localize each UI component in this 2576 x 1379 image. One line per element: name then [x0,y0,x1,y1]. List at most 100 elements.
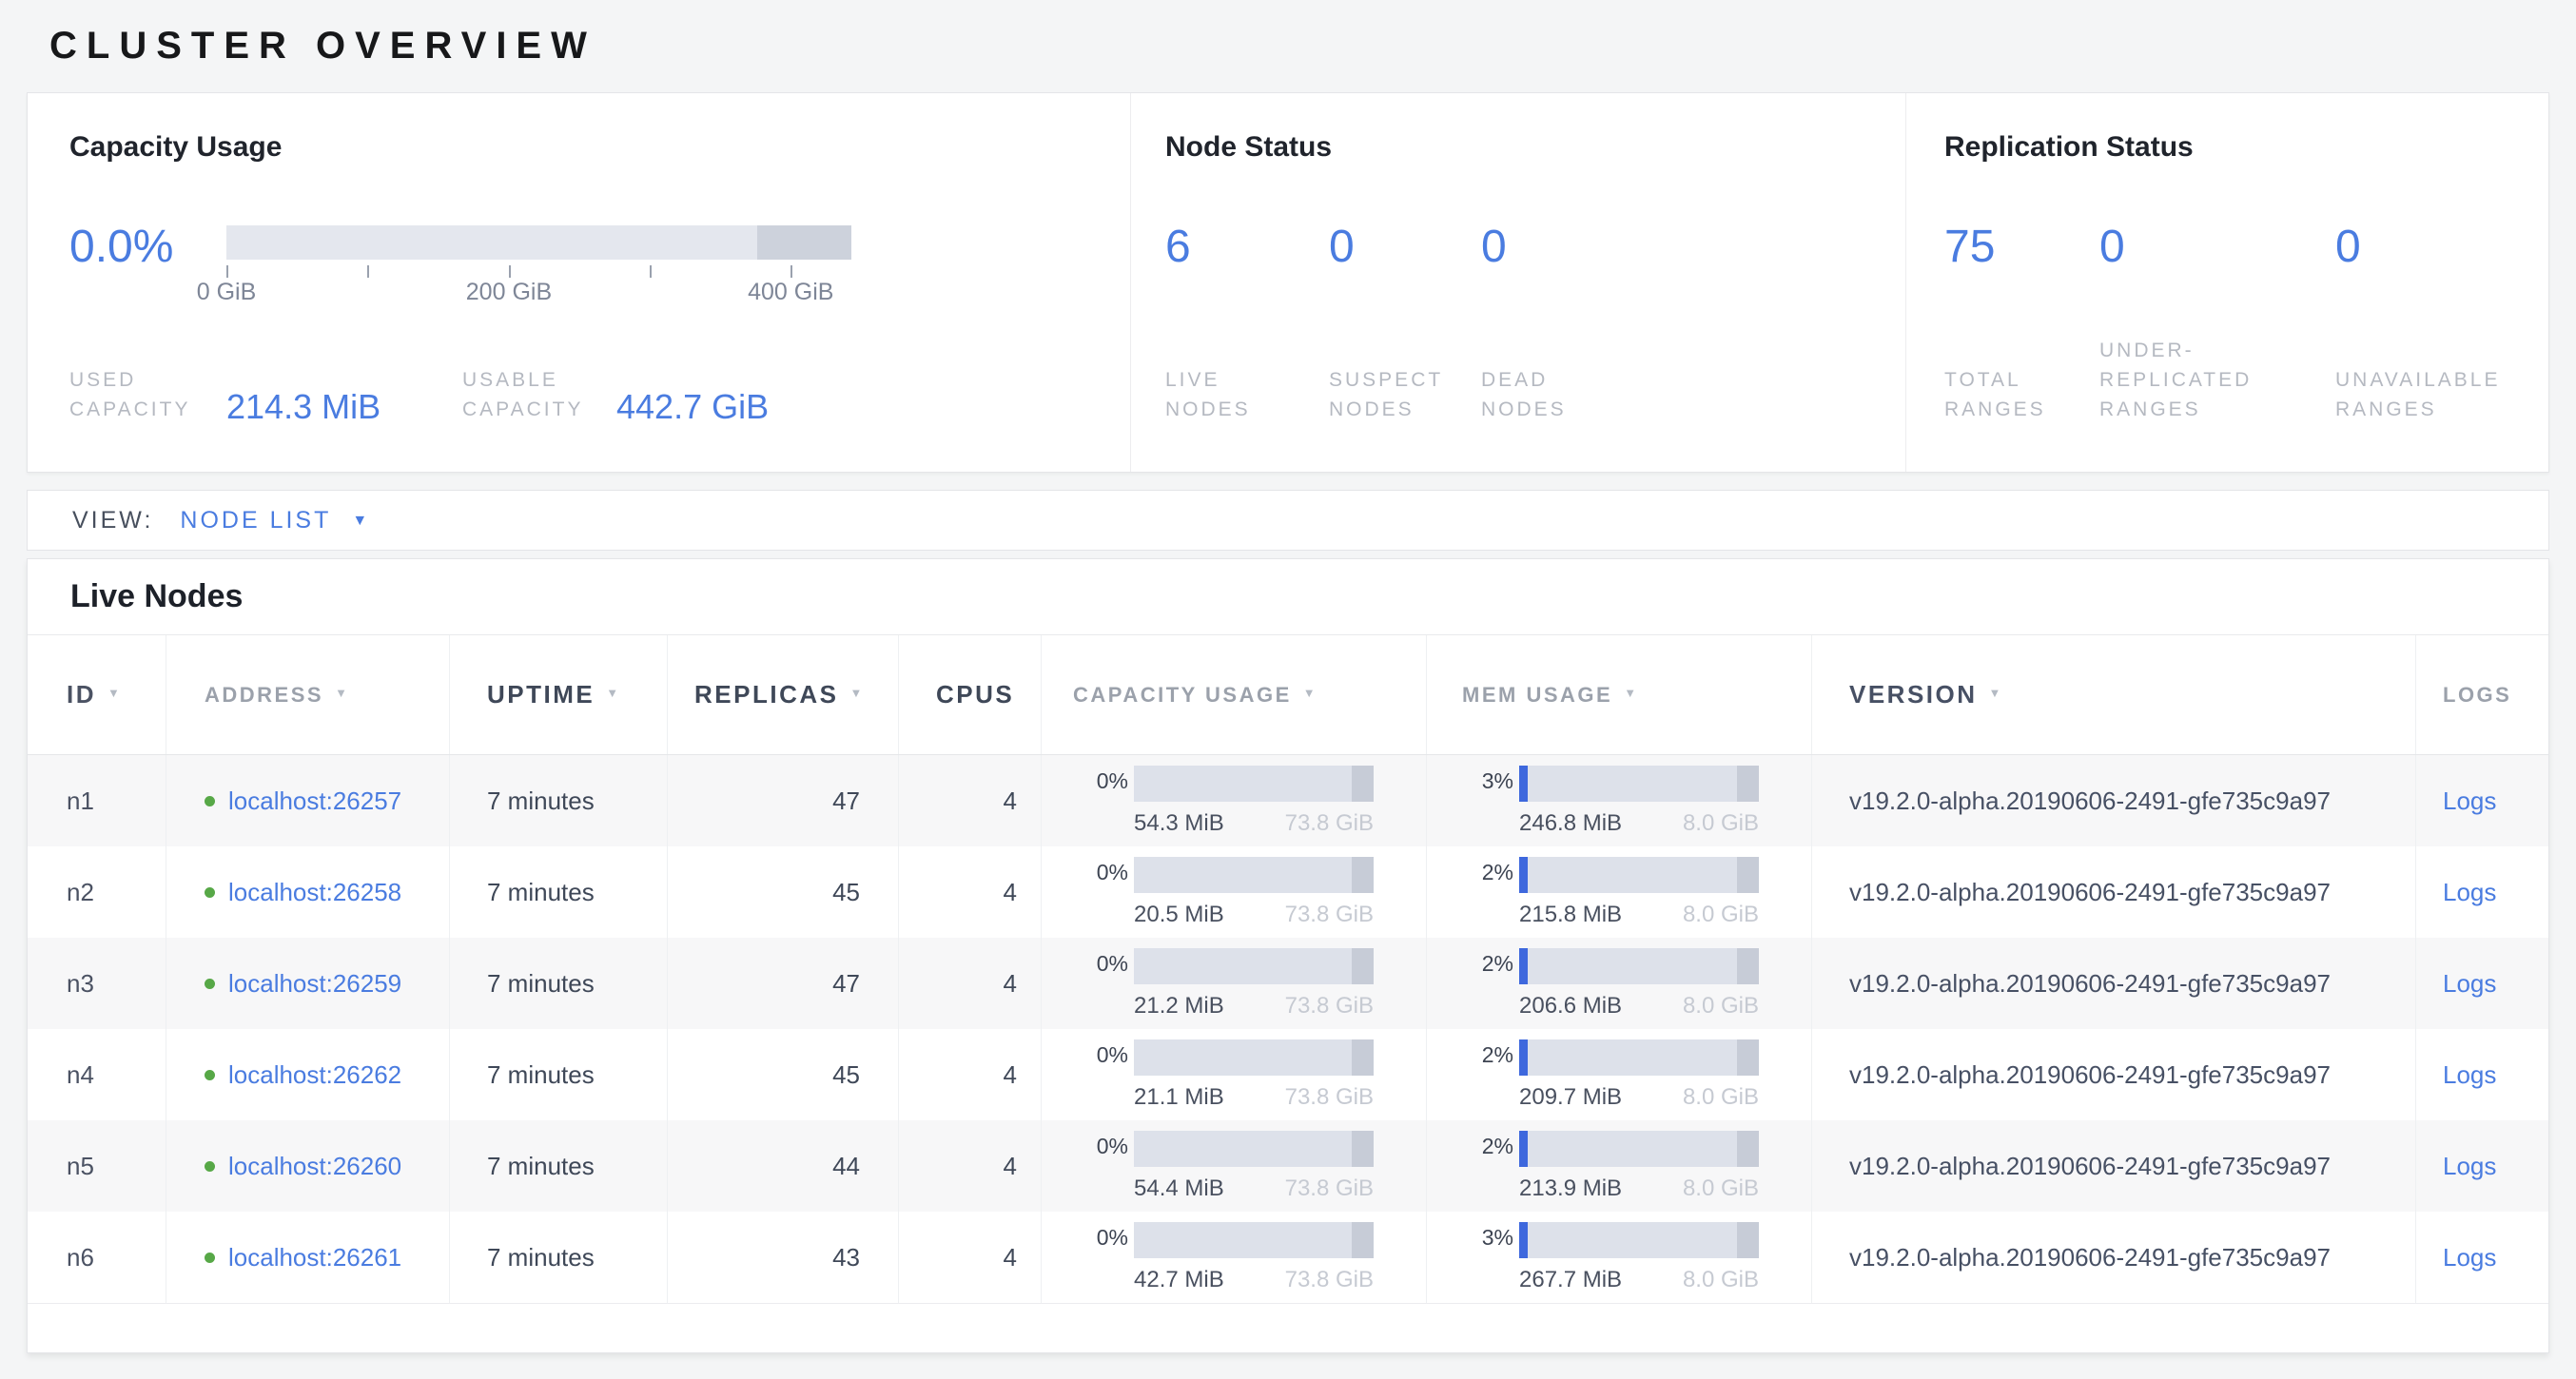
node-id-cell: n4 [28,1029,166,1120]
mem-percent: 2% [1468,857,1513,893]
view-selector-bar: VIEW: NODE LIST ▼ [27,490,2549,551]
sort-caret-icon: ▼ [1303,686,1317,700]
node-live-status-icon [205,1070,215,1080]
live-nodes-title: Live Nodes [28,559,2548,634]
column-header-address[interactable]: ADDRESS▼ [166,635,449,754]
total-ranges-count: 75 [1944,224,2099,270]
logs-link[interactable]: Logs [2443,787,2496,816]
version-cell: v19.2.0-alpha.20190606-2491-gfe735c9a97 [1811,1212,2415,1303]
node-status-section: Node Status 6 0 0 LIVENODES SUSPECTNODES… [1130,93,1905,472]
unavailable-ranges-count: 0 [2335,224,2361,270]
cluster-overview-page: CLUSTER OVERVIEW Capacity Usage 0.0% 0 G… [0,0,2576,1379]
node-id-cell: n6 [28,1212,166,1303]
capacity-bar-reserved-segment [1352,948,1374,984]
capacity-usage-cell: 0% 42.7 MiB 73.8 GiB [1041,1212,1426,1303]
capacity-percent: 0% [1083,766,1128,802]
node-live-status-icon [205,887,215,898]
mem-total-value: 8.0 GiB [1683,1267,1759,1293]
mem-bar [1519,766,1759,802]
address-link[interactable]: localhost:26259 [228,969,401,999]
node-id-cell: n3 [28,938,166,1029]
mem-total-value: 8.0 GiB [1683,1175,1759,1202]
table-row: n4 localhost:26262 7 minutes 45 4 0% [28,1029,2548,1120]
sort-caret-icon: ▼ [107,686,122,700]
view-dropdown-value: NODE LIST [180,507,331,534]
logs-link[interactable]: Logs [2443,1060,2496,1090]
address-link[interactable]: localhost:26262 [228,1060,401,1090]
logs-link[interactable]: Logs [2443,1243,2496,1272]
uptime-cell: 7 minutes [449,1029,667,1120]
capacity-percent: 0% [1083,1131,1128,1167]
mem-bar [1519,857,1759,893]
node-live-status-icon [205,796,215,806]
logs-cell: Logs [2415,755,2548,846]
capacity-usage-bar: 0 GiB 200 GiB 400 GiB [226,225,851,305]
logs-cell: Logs [2415,938,2548,1029]
node-status-title: Node Status [1165,131,1905,164]
view-dropdown[interactable]: NODE LIST ▼ [180,507,370,534]
column-header-capacity-usage[interactable]: CAPACITY USAGE▼ [1041,635,1426,754]
logs-link[interactable]: Logs [2443,878,2496,907]
logs-cell: Logs [2415,1212,2548,1303]
capacity-usage-section: Capacity Usage 0.0% 0 GiB 200 GiB 400 Gi… [28,93,1130,472]
mem-bar-reserved-segment [1737,857,1759,893]
address-cell: localhost:26257 [166,755,449,846]
capacity-used-value: 20.5 MiB [1134,902,1224,928]
version-cell: v19.2.0-alpha.20190606-2491-gfe735c9a97 [1811,755,2415,846]
mem-bar-fill [1519,857,1528,893]
mem-usage-cell: 2% 206.6 MiB 8.0 GiB [1426,938,1811,1029]
column-header-replicas[interactable]: REPLICAS▼ [667,635,898,754]
table-row: n5 localhost:26260 7 minutes 44 4 0% [28,1120,2548,1212]
live-nodes-card: Live Nodes ID▼ ADDRESS▼ UPTIME▼ REPLICAS… [27,558,2549,1353]
mem-bar-reserved-segment [1737,1131,1759,1167]
mem-bar-fill [1519,1222,1528,1258]
logs-link[interactable]: Logs [2443,1152,2496,1181]
mem-bar [1519,948,1759,984]
capacity-used-value: 54.4 MiB [1134,1175,1224,1202]
capacity-total-value: 73.8 GiB [1285,993,1374,1020]
replication-status-title: Replication Status [1944,131,2548,164]
replicas-cell: 44 [667,1120,898,1212]
table-body: n1 localhost:26257 7 minutes 47 4 0% [28,755,2548,1303]
summary-card: Capacity Usage 0.0% 0 GiB 200 GiB 400 Gi… [27,92,2549,473]
capacity-total-value: 73.8 GiB [1285,810,1374,837]
capacity-percent: 0% [1083,1039,1128,1076]
mem-total-value: 8.0 GiB [1683,810,1759,837]
uptime-cell: 7 minutes [449,755,667,846]
usable-capacity-label: USABLECAPACITY [462,365,616,424]
live-nodes-label: LIVENODES [1165,365,1329,424]
capacity-usage-cell: 0% 21.1 MiB 73.8 GiB [1041,1029,1426,1120]
uptime-cell: 7 minutes [449,1120,667,1212]
logs-link[interactable]: Logs [2443,969,2496,999]
capacity-usage-cell: 0% 54.3 MiB 73.8 GiB [1041,755,1426,846]
address-cell: localhost:26262 [166,1029,449,1120]
used-capacity-value: 214.3 MiB [226,389,462,424]
address-cell: localhost:26260 [166,1120,449,1212]
capacity-percent: 0% [1083,948,1128,984]
address-link[interactable]: localhost:26257 [228,787,401,816]
uptime-cell: 7 minutes [449,846,667,938]
sort-caret-icon: ▼ [1989,686,2003,700]
column-header-version[interactable]: VERSION▼ [1811,635,2415,754]
axis-label-200: 200 GiB [466,279,552,306]
column-header-mem-usage[interactable]: MEM USAGE▼ [1426,635,1811,754]
column-header-uptime[interactable]: UPTIME▼ [449,635,667,754]
capacity-bar [1134,1222,1374,1258]
used-capacity-label: USEDCAPACITY [69,365,226,424]
capacity-bar [1134,1039,1374,1076]
address-link[interactable]: localhost:26258 [228,878,401,907]
column-header-id[interactable]: ID▼ [28,635,166,754]
address-link[interactable]: localhost:26260 [228,1152,401,1181]
mem-used-value: 267.7 MiB [1519,1267,1622,1293]
mem-bar-fill [1519,766,1528,802]
column-header-logs: LOGS [2415,635,2548,754]
mem-bar-reserved-segment [1737,766,1759,802]
logs-cell: Logs [2415,846,2548,938]
capacity-usage-title: Capacity Usage [69,131,1130,164]
mem-bar-fill [1519,1131,1528,1167]
address-link[interactable]: localhost:26261 [228,1243,401,1272]
replicas-cell: 45 [667,1029,898,1120]
cpus-cell: 4 [898,938,1041,1029]
capacity-used-value: 42.7 MiB [1134,1267,1224,1293]
node-id-cell: n5 [28,1120,166,1212]
